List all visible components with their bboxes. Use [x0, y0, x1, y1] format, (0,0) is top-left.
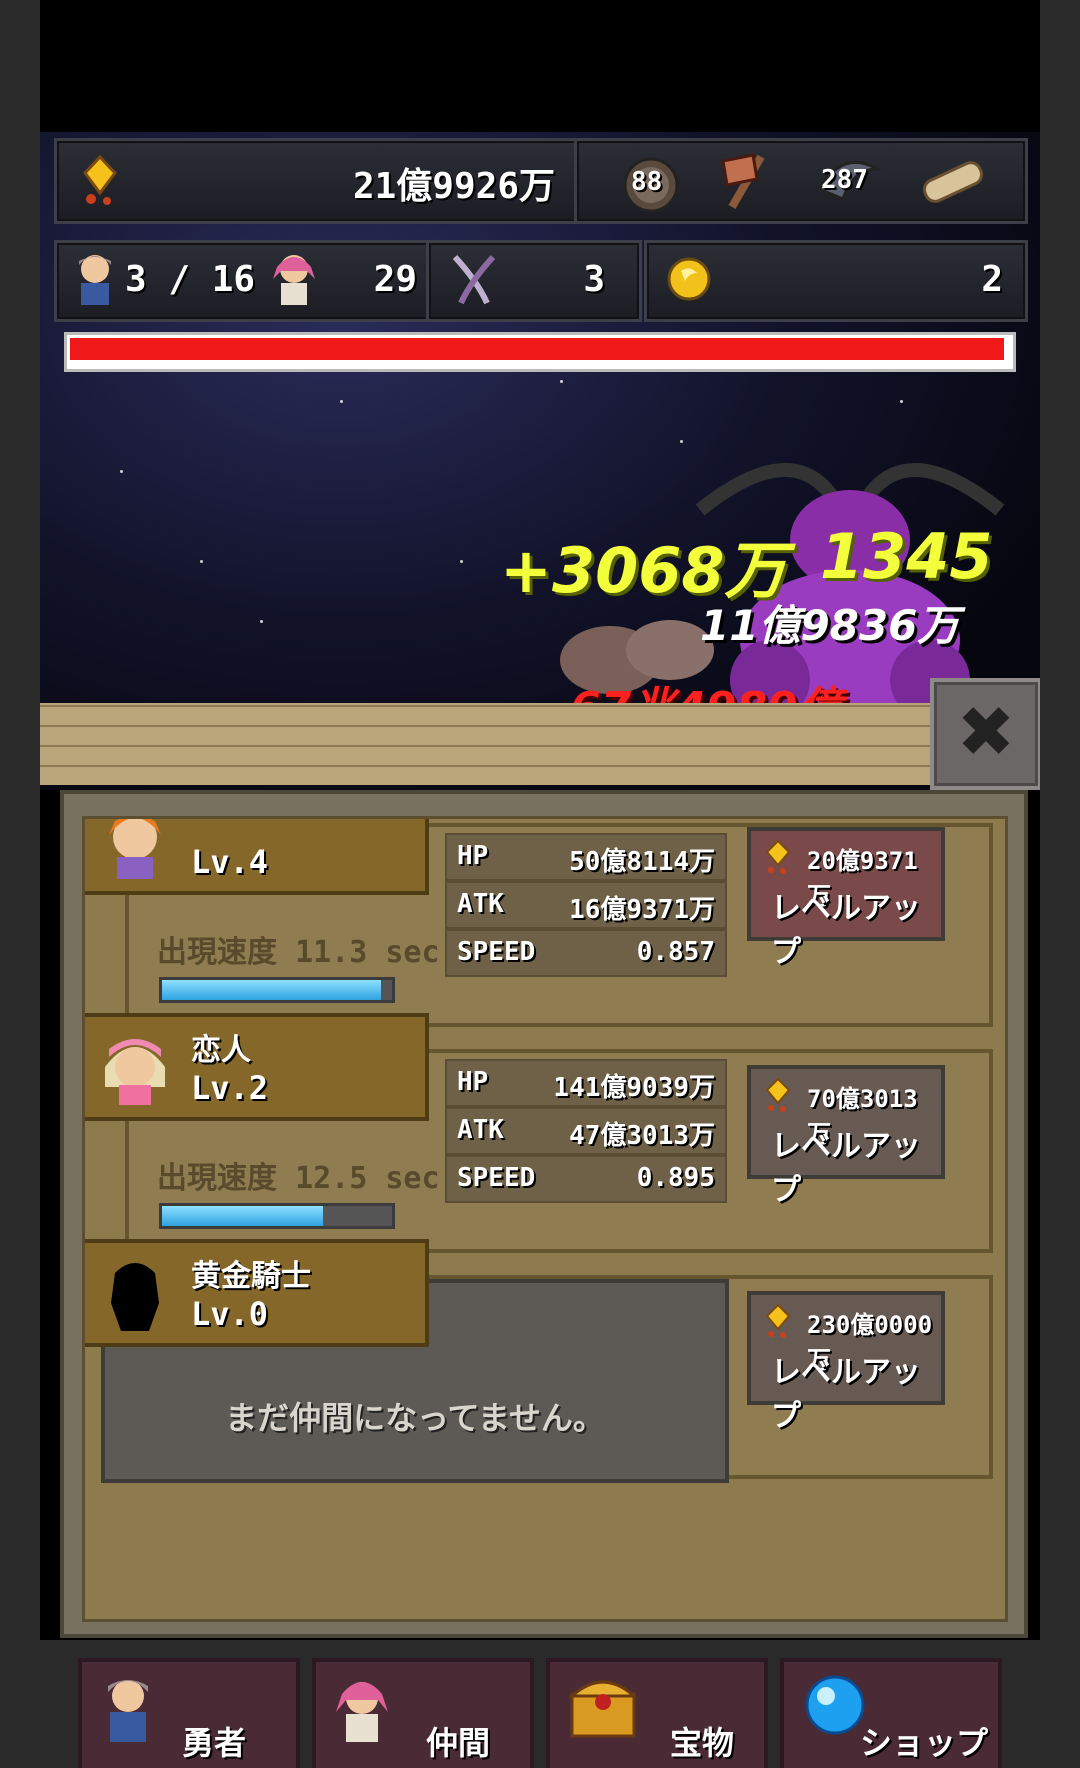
orb-count: 2 — [981, 259, 1003, 300]
companion-card-locked: まだ仲間になってません。 黄金騎士 Lv.0 230億0000万 レベルアップ — [85, 1239, 993, 1483]
hp-value: 141億9039万 — [553, 1073, 715, 1103]
companion-portrait-icon — [105, 1039, 165, 1105]
companion-name: 黄金騎士 — [191, 1259, 311, 1294]
level-up-button[interactable]: 70億3013万 レベルアップ — [747, 1065, 945, 1208]
tab-label: 勇者 — [182, 1724, 247, 1762]
spawn-gauge — [159, 977, 395, 1003]
gold-gem-icon — [765, 1303, 791, 1338]
orb-counter: 2 — [644, 240, 1028, 322]
party-counter: 3 / 16 29 — [54, 240, 438, 322]
companion-name-box: Lv.4 — [85, 819, 429, 895]
tab-label: ショップ — [860, 1724, 989, 1762]
atk-stat: ATK 47億3013万 — [445, 1107, 727, 1155]
atk-value: 16億9371万 — [569, 895, 715, 925]
ally-count: 29 — [373, 259, 417, 300]
atk-label: ATK — [457, 1115, 504, 1145]
atk-value: 47億3013万 — [569, 1121, 715, 1151]
sword-count: 3 — [583, 259, 605, 300]
level-up-label: レベルアップ — [771, 891, 921, 970]
brick-floor — [40, 703, 1040, 785]
spawn-speed: 出現速度 12.5 sec — [157, 1153, 440, 1197]
spawn-value: 12.5 sec — [295, 1161, 440, 1196]
level-up-label: レベルアップ — [771, 1129, 921, 1208]
boss-hp-bar — [64, 332, 1016, 372]
speed-label: SPEED — [457, 1163, 536, 1193]
damage-popup-yellow-2: 1345 — [820, 520, 993, 593]
hp-label: HP — [457, 841, 489, 871]
tab-label: 仲間 — [426, 1724, 491, 1762]
companion-portrait-icon — [109, 819, 161, 879]
companion-card: 恋人 Lv.2 出現速度 12.5 sec HP 141億9039万 ATK 47億… — [85, 1013, 993, 1253]
hp-value: 50億8114万 — [569, 847, 715, 877]
companion-name: 恋人 — [191, 1033, 251, 1068]
hp-stat: HP 50億8114万 — [445, 833, 727, 881]
treasure-chest-icon — [568, 1680, 638, 1738]
speed-value: 0.895 — [636, 1163, 715, 1193]
gold-orb-icon — [667, 257, 711, 301]
spawn-gauge-fill — [162, 980, 381, 1000]
companion-level: Lv.4 — [191, 843, 269, 881]
gold-value: 21億9926万 — [352, 166, 555, 207]
crossed-swords-icon — [452, 254, 496, 305]
hp-stat: HP 141億9039万 — [445, 1059, 727, 1107]
boss-hp-fill — [70, 338, 1004, 360]
gold-gem-icon — [83, 155, 117, 205]
level-up-button[interactable]: 20億9371万 レベルアップ — [747, 827, 945, 970]
hero-count: 3 / 16 — [125, 259, 256, 300]
gold-gem-icon — [765, 1077, 791, 1112]
hero-icon — [79, 255, 111, 305]
scroll-icon[interactable] — [917, 151, 993, 211]
companion-level: Lv.2 — [191, 1069, 269, 1107]
companion-name-box: 黄金騎士 Lv.0 — [85, 1239, 429, 1347]
ally-icon — [273, 255, 315, 305]
companion-card: Lv.4 出現速度 11.3 sec HP 50億8114万 ATK 16億9371… — [85, 819, 993, 1027]
speed-value: 0.857 — [636, 937, 715, 967]
hp-label: HP — [457, 1067, 489, 1097]
companion-list[interactable]: Lv.4 出現速度 11.3 sec HP 50億8114万 ATK 16億9371… — [82, 816, 1008, 1622]
gold-gem-icon — [765, 839, 791, 874]
axe-icon[interactable] — [713, 149, 783, 213]
speed-stat: SPEED 0.895 — [445, 1155, 727, 1203]
companion-name-box: 恋人 Lv.2 — [85, 1013, 429, 1121]
speed-label: SPEED — [457, 937, 536, 967]
horn-count: 287 — [821, 165, 868, 195]
spawn-gauge-fill — [162, 1206, 323, 1226]
blue-orb-icon — [805, 1675, 865, 1735]
spawn-label: 出現速度 — [157, 935, 277, 970]
top-letterbox — [40, 0, 1040, 132]
tab-shop[interactable]: ショップ — [780, 1658, 1002, 1768]
close-button[interactable]: ✖ — [930, 678, 1040, 790]
bottom-nav: 勇者 仲間 宝物 ショップ — [40, 1640, 1040, 1768]
silhouette-icon — [111, 1263, 159, 1331]
bag-item[interactable]: 88 — [619, 149, 683, 213]
tab-ally[interactable]: 仲間 — [312, 1658, 534, 1768]
companion-level: Lv.0 — [191, 1295, 269, 1333]
atk-stat: ATK 16億9371万 — [445, 881, 727, 929]
battle-field: 21億9926万 88 287 3 / 16 29 3 2 +3068万 134… — [40, 0, 1040, 790]
atk-label: ATK — [457, 889, 504, 919]
game-screen: 21億9926万 88 287 3 / 16 29 3 2 +3068万 134… — [40, 0, 1040, 1768]
companion-panel: Lv.4 出現速度 11.3 sec HP 50億8114万 ATK 16億9371… — [60, 790, 1028, 1638]
hero-icon — [108, 1680, 148, 1742]
ally-icon — [336, 1682, 388, 1742]
locked-message: まだ仲間になってません。 — [225, 1399, 605, 1437]
damage-popup-white: 11億9836万 — [700, 601, 960, 650]
horn-item[interactable]: 287 — [813, 149, 883, 213]
inventory-bar: 88 287 — [574, 138, 1028, 224]
speed-stat: SPEED 0.857 — [445, 929, 727, 977]
spawn-label: 出現速度 — [157, 1161, 277, 1196]
sword-counter: 3 — [426, 240, 642, 322]
level-up-button[interactable]: 230億0000万 レベルアップ — [747, 1291, 945, 1434]
spawn-speed: 出現速度 11.3 sec — [157, 927, 440, 971]
spawn-gauge — [159, 1203, 395, 1229]
tab-label: 宝物 — [670, 1724, 735, 1762]
tab-treasure[interactable]: 宝物 — [546, 1658, 768, 1768]
bag-count: 88 — [631, 167, 663, 197]
level-up-label: レベルアップ — [771, 1355, 921, 1434]
tab-hero[interactable]: 勇者 — [78, 1658, 300, 1768]
spawn-value: 11.3 sec — [295, 935, 440, 970]
gold-counter: 21億9926万 — [54, 138, 594, 224]
